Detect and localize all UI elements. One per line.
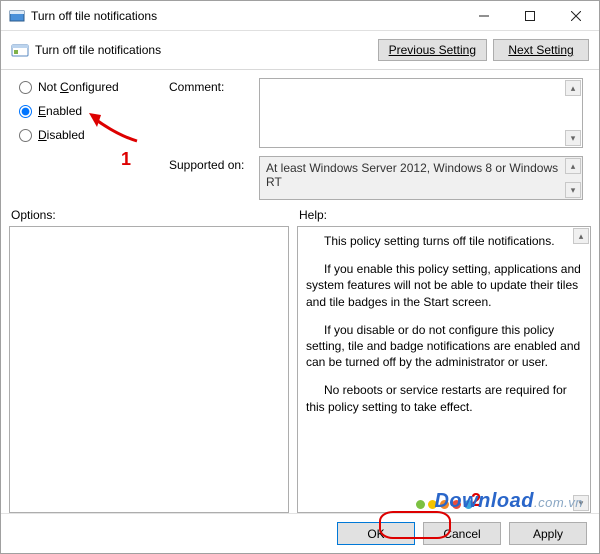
watermark-brand: Download	[434, 490, 534, 512]
comment-textarea[interactable]: ▴ ▾	[259, 78, 583, 148]
close-button[interactable]	[553, 1, 599, 31]
help-paragraph: If you disable or do not configure this …	[306, 322, 582, 371]
watermark: Download.com.vn	[434, 490, 583, 513]
radio-enabled-input[interactable]	[19, 105, 32, 118]
scroll-up-icon[interactable]: ▴	[573, 228, 589, 244]
minimize-button[interactable]	[461, 1, 507, 31]
radio-disabled-input[interactable]	[19, 129, 32, 142]
help-column: Help: This policy setting turns off tile…	[297, 206, 591, 513]
dialog-window: Turn off tile notifications Turn off til…	[0, 0, 600, 554]
supported-on-label: Supported on:	[169, 156, 251, 200]
scroll-up-icon[interactable]: ▴	[565, 80, 581, 96]
next-setting-button[interactable]: Next Setting	[493, 39, 589, 61]
options-column: Options:	[9, 206, 289, 513]
help-paragraph: This policy setting turns off tile notif…	[306, 233, 582, 249]
help-panel: This policy setting turns off tile notif…	[297, 226, 591, 513]
button-bar: OK Cancel Apply	[1, 513, 599, 553]
scroll-down-icon[interactable]: ▾	[565, 182, 581, 198]
previous-setting-button[interactable]: Previous Setting	[378, 39, 487, 61]
options-panel	[9, 226, 289, 513]
apply-button[interactable]: Apply	[509, 522, 587, 545]
scroll-up-icon[interactable]: ▴	[565, 158, 581, 174]
watermark-suffix: .com.vn	[534, 495, 583, 510]
cancel-button[interactable]: Cancel	[423, 522, 501, 545]
config-area: Not Configured Enabled Disabled Comment:…	[1, 70, 599, 206]
comment-row: Comment: ▴ ▾	[169, 78, 583, 148]
scroll-down-icon[interactable]: ▾	[565, 130, 581, 146]
ok-button[interactable]: OK	[337, 522, 415, 545]
maximize-button[interactable]	[507, 1, 553, 31]
options-label: Options:	[11, 208, 289, 222]
radio-not-configured[interactable]: Not Configured	[19, 80, 169, 94]
window-title: Turn off tile notifications	[31, 9, 157, 23]
radio-not-configured-label: Not Configured	[38, 80, 119, 94]
help-paragraph: If you enable this policy setting, appli…	[306, 261, 582, 310]
radio-enabled-label: Enabled	[38, 104, 82, 118]
columns: Options: Help: This policy setting turns…	[1, 206, 599, 513]
radio-disabled[interactable]: Disabled	[19, 128, 169, 142]
subheader: Turn off tile notifications Previous Set…	[1, 31, 599, 65]
radio-disabled-label: Disabled	[38, 128, 85, 142]
supported-on-box: At least Windows Server 2012, Windows 8 …	[259, 156, 583, 200]
policy-icon	[11, 41, 29, 59]
help-label: Help:	[299, 208, 591, 222]
supported-on-value: At least Windows Server 2012, Windows 8 …	[266, 161, 558, 189]
state-radio-group: Not Configured Enabled Disabled	[19, 78, 169, 200]
titlebar: Turn off tile notifications	[1, 1, 599, 31]
radio-enabled[interactable]: Enabled	[19, 104, 169, 118]
radio-not-configured-input[interactable]	[19, 81, 32, 94]
help-paragraph: No reboots or service restarts are requi…	[306, 382, 582, 414]
policy-title: Turn off tile notifications	[35, 43, 161, 57]
comment-label: Comment:	[169, 78, 251, 148]
config-right-column: Comment: ▴ ▾ Supported on: At least Wind…	[169, 78, 591, 200]
supported-on-row: Supported on: At least Windows Server 20…	[169, 156, 583, 200]
app-icon	[9, 8, 25, 24]
